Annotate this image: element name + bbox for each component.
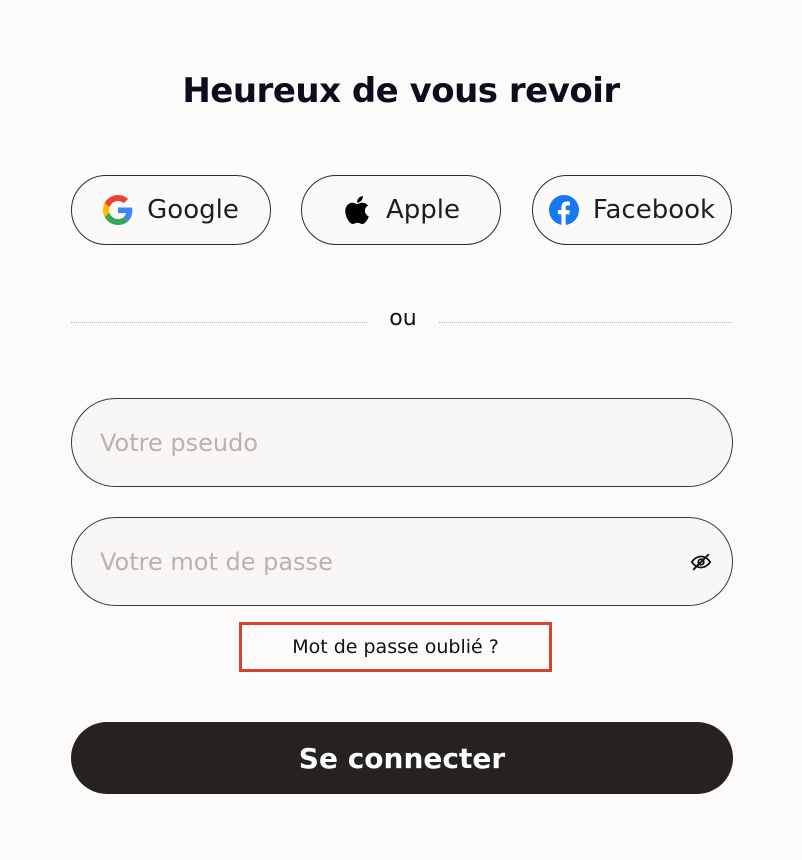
apple-icon [342, 194, 372, 226]
facebook-label: Facebook [592, 195, 716, 225]
page-title: Heureux de vous revoir [182, 71, 620, 111]
forgot-password-link[interactable]: Mot de passe oublié ? [239, 622, 552, 672]
apple-login-button[interactable]: Apple [301, 175, 501, 245]
google-label: Google [147, 195, 239, 225]
password-field-container [71, 517, 733, 606]
apple-label: Apple [385, 195, 460, 225]
or-divider: ou [71, 300, 733, 344]
facebook-login-button[interactable]: Facebook [532, 175, 732, 245]
login-button[interactable]: Se connecter [71, 722, 733, 794]
eye-slash-icon[interactable] [690, 551, 712, 573]
google-icon [103, 195, 133, 225]
password-input[interactable] [100, 518, 660, 605]
pseudo-input[interactable] [100, 399, 660, 486]
facebook-icon [548, 195, 579, 225]
divider-text: ou [389, 306, 417, 331]
divider-line-right [439, 322, 733, 323]
google-login-button[interactable]: Google [71, 175, 271, 245]
divider-line-left [71, 322, 367, 323]
pseudo-field-container [71, 398, 733, 487]
